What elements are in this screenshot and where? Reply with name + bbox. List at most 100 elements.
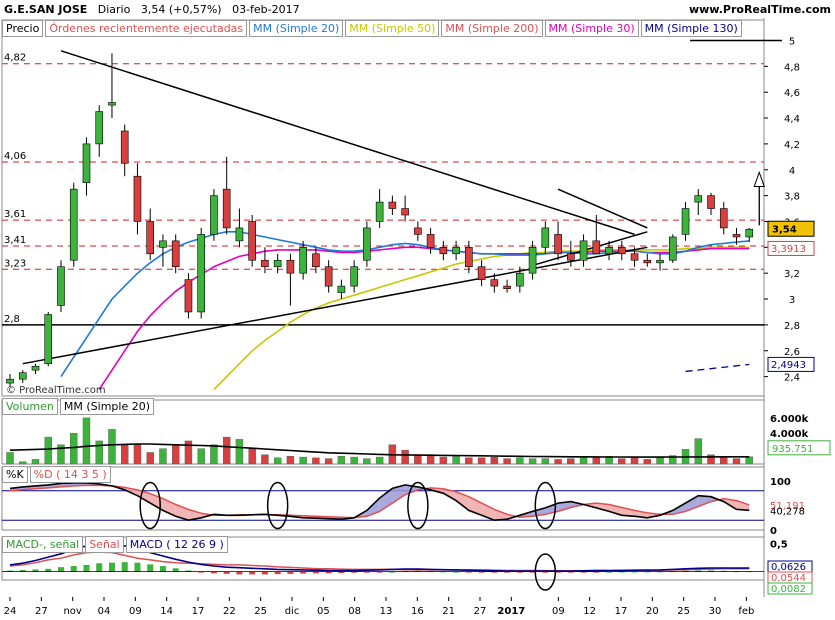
candle-body [312, 253, 320, 268]
site-link[interactable]: www.ProRealTime.com [689, 2, 831, 18]
stoch-legend-item[interactable]: %D ( 14 3 5 ) [29, 466, 111, 483]
candle-body [248, 221, 256, 261]
candle-body [18, 372, 27, 380]
volume-bar [82, 417, 91, 465]
stoch-legend: %K %D ( 14 3 5 ) [2, 466, 113, 483]
x-tick-label: 12 [583, 606, 596, 617]
ma-value-label: 3,3913 [771, 244, 806, 255]
macd-histogram-bar [249, 571, 256, 575]
candle-body [656, 259, 664, 264]
candle-body [324, 266, 333, 287]
price-tick-label: 4,2 [784, 140, 800, 151]
volume-bar [503, 458, 511, 465]
price-legend-item[interactable]: MM (Simple 130) [640, 20, 742, 37]
volume-bar [70, 433, 78, 465]
level-label: 4,82 [4, 53, 26, 64]
macd-legend-item[interactable]: Señal [85, 536, 124, 553]
candle-body [95, 111, 104, 145]
volume-bar [108, 429, 116, 465]
stoch-tick-label: 0 [770, 526, 777, 537]
candle-body [388, 201, 397, 209]
candle-body [184, 279, 193, 313]
watermark: © ProRealTime.com [6, 385, 106, 396]
macd-legend-item[interactable]: MACD ( 12 26 9 ) [125, 536, 228, 553]
volume-tick-label: 4.000k [770, 429, 809, 440]
candle-body [171, 240, 180, 268]
target-arrow-head [753, 170, 765, 188]
volume-bar [477, 457, 486, 465]
volume-bar [630, 457, 639, 465]
volume-bar [490, 456, 499, 465]
volume-bar [210, 444, 218, 465]
stoch-legend-item[interactable]: %K [2, 466, 28, 483]
price-tick-label: 3 [789, 295, 795, 306]
price-tick-label: 4 [789, 166, 795, 177]
macd-last-label: 0,0082 [771, 584, 806, 595]
macd-histogram-bar [121, 562, 128, 572]
macd-histogram-bar [172, 568, 179, 572]
x-tick-label: 21 [442, 606, 455, 617]
macd-histogram-bar [147, 564, 154, 572]
volume-legend-item[interactable]: Volumen [2, 398, 58, 415]
volume-bar [541, 458, 550, 465]
volume-bar [414, 454, 422, 465]
level-label: 3,41 [4, 235, 26, 246]
candle-body [222, 188, 231, 229]
ma130-line [685, 363, 750, 373]
macd-histogram-bar [134, 562, 141, 572]
x-tick-label: 20 [646, 606, 659, 617]
candle-body [477, 266, 486, 280]
volume-bar [19, 461, 27, 465]
volume-bar [337, 456, 346, 465]
macd-signal-line [9, 551, 750, 572]
candle-body [159, 240, 167, 248]
candle-body [567, 253, 575, 261]
price-legend-item[interactable]: MM (Simple 50) [345, 20, 440, 37]
volume-legend-item[interactable]: MM (Simple 20) [59, 398, 155, 415]
x-tick-label: 22 [223, 606, 236, 617]
candle-body [146, 221, 155, 255]
volume-bar [745, 456, 753, 465]
macd-histogram-bar [236, 571, 243, 575]
price-legend-item[interactable]: Precio [2, 20, 44, 37]
instrument-name: G.E.SAN JOSE [4, 3, 88, 16]
ma20-line [60, 231, 750, 378]
trendline [60, 50, 635, 236]
level-label: 4,06 [4, 151, 26, 162]
macd-last-label: 0,0544 [771, 573, 806, 584]
volume-bar [261, 454, 269, 465]
volume-bar [363, 458, 371, 465]
candle-body [528, 247, 537, 274]
volume-bar [197, 448, 205, 465]
macd-histogram-bar [45, 568, 52, 572]
price-legend-item[interactable]: MM (Simple 30) [544, 20, 639, 37]
volume-last-label: 935.751 [772, 444, 813, 455]
candle-body [299, 247, 307, 274]
x-tick-label: 27 [474, 606, 487, 617]
price-legend-item[interactable]: MM (Simple 20) [249, 20, 344, 37]
price-legend-item[interactable]: MM (Simple 200) [441, 20, 543, 37]
candle-body [617, 247, 626, 255]
candle-body [605, 247, 613, 255]
price-legend-item[interactable]: Órdenes recientemente ejecutadas [45, 20, 248, 37]
volume-bar [579, 456, 588, 465]
instrument-header: G.E.SAN JOSE Diario 3,54 (+0,57%) 03-feb… [4, 2, 300, 18]
candle-body [592, 240, 601, 255]
candle-body [82, 143, 91, 183]
macd-legend: MACD-, señal Señal MACD ( 12 26 9 ) [2, 536, 230, 553]
candle-body [579, 240, 588, 261]
candle-body [516, 272, 524, 287]
level-label: 3,61 [4, 209, 26, 220]
macd-histogram-bar [57, 567, 64, 572]
candle-body [414, 227, 422, 235]
price-tick-label: 5 [789, 36, 795, 47]
volume-bar [146, 452, 154, 465]
macd-legend-item[interactable]: MACD-, señal [2, 536, 84, 553]
x-tick-label: nov [63, 606, 81, 617]
price-tick-label: 4,4 [784, 114, 800, 125]
candle-body [554, 234, 562, 255]
price-tick-label: 2,4 [784, 373, 800, 384]
macd-histogram-bar [96, 563, 103, 572]
volume-bar [171, 444, 180, 465]
candle-body [197, 234, 205, 313]
